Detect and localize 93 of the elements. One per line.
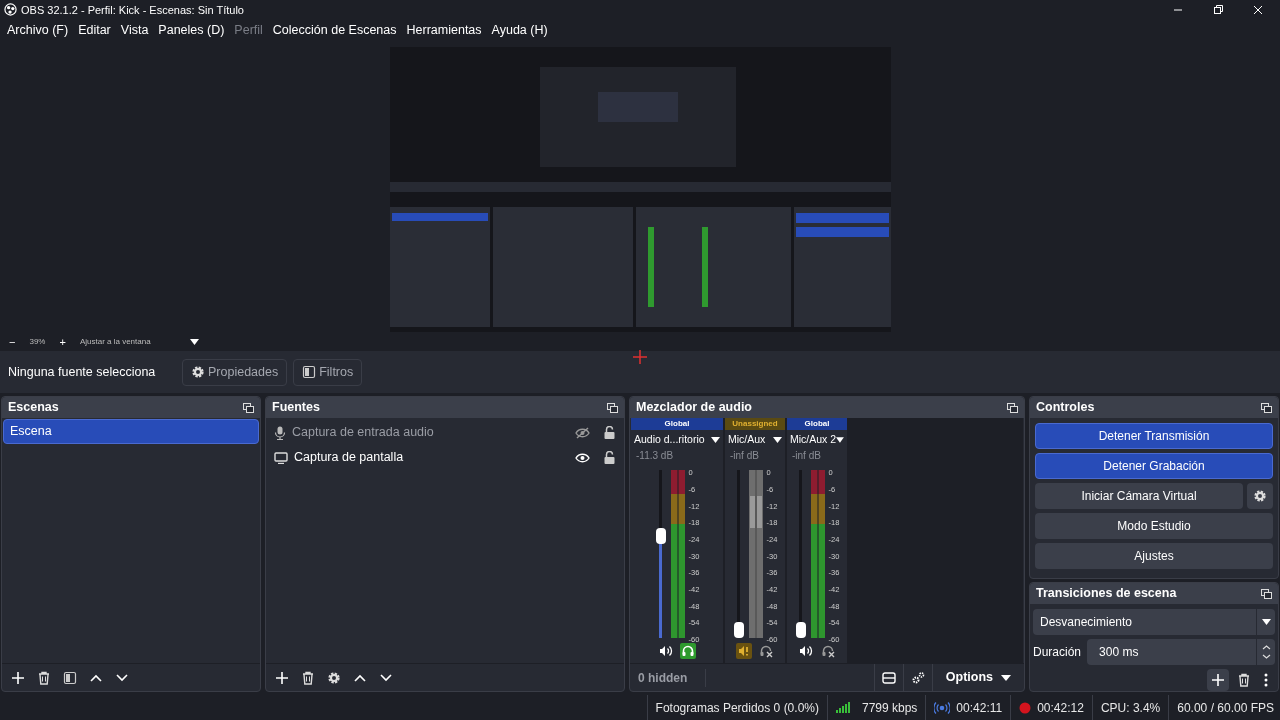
caret-icon — [711, 437, 720, 444]
control-button[interactable]: Detener Grabación — [1035, 453, 1273, 480]
scene-item[interactable]: Escena — [3, 419, 259, 445]
menu-item[interactable]: Colección de Escenas — [268, 21, 401, 41]
dock-title: Controles — [1036, 399, 1095, 417]
caret-icon — [1261, 619, 1271, 626]
caret-icon[interactable] — [189, 339, 199, 346]
gear-icon — [191, 365, 205, 380]
center-crosshair-icon — [633, 350, 647, 365]
zoom-out-button[interactable]: − — [9, 334, 16, 351]
source-item[interactable]: Captura de pantalla — [294, 448, 569, 468]
filter-icon[interactable] — [63, 670, 77, 685]
headphones-icon[interactable] — [680, 643, 696, 660]
channel-reading: -inf dB — [729, 449, 760, 464]
gears-icon[interactable] — [910, 670, 925, 685]
monitor-icon — [274, 451, 288, 464]
headphones-off-icon[interactable] — [820, 643, 836, 660]
caret-icon — [1001, 674, 1011, 681]
zoom-level: 39% — [29, 336, 46, 349]
eye-hidden-icon[interactable] — [575, 426, 590, 439]
dock-title: Mezclador de audio — [636, 399, 752, 417]
dock-title: Escenas — [8, 399, 59, 417]
spinner-arrows-icon — [1261, 644, 1271, 661]
delete-icon[interactable] — [37, 670, 51, 685]
menu-item[interactable]: Paneles (D) — [154, 21, 229, 41]
add-icon[interactable] — [1211, 673, 1225, 688]
source-status: Ninguna fuente selecciona — [8, 363, 157, 381]
dock-title: Fuentes — [272, 399, 320, 417]
cpu-usage: CPU: 3.4% — [1100, 699, 1161, 717]
add-icon[interactable] — [11, 670, 25, 685]
float-dock-icon[interactable] — [243, 402, 254, 413]
broadcast-icon — [934, 701, 951, 714]
control-button[interactable]: Detener Transmisión — [1035, 423, 1273, 450]
gear-icon[interactable] — [327, 670, 341, 685]
filter-icon — [302, 365, 317, 380]
lock-icon[interactable] — [603, 425, 616, 440]
control-button[interactable]: Ajustes — [1035, 543, 1273, 570]
menu-item[interactable]: Editar — [74, 21, 115, 41]
fps-reading: 60.00 / 60.00 FPS — [1177, 699, 1274, 717]
menu-item[interactable]: Archivo (F) — [3, 21, 73, 41]
caret-icon — [773, 437, 782, 444]
more-icon[interactable] — [1263, 673, 1269, 688]
lock-icon[interactable] — [603, 450, 616, 465]
settings-button[interactable] — [1247, 483, 1273, 510]
channel-name-dropdown[interactable]: Audio d...ritorio — [631, 432, 723, 449]
zoom-in-button[interactable]: + — [59, 334, 66, 351]
channel-reading: -inf dB — [791, 449, 822, 464]
record-time: 00:42:12 — [1037, 699, 1084, 717]
source-item[interactable]: Captura de entrada audio — [292, 423, 569, 443]
dropped-frames: Fotogramas Perdidos 0 (0.0%) — [655, 698, 819, 717]
bitrate: 7799 kbps — [861, 699, 918, 717]
channel-group-label: Unassigned — [725, 418, 785, 431]
signal-bars-icon — [835, 702, 850, 714]
delete-icon[interactable] — [1237, 673, 1251, 688]
record-icon — [1019, 701, 1032, 714]
caret-icon — [836, 437, 844, 444]
volume-slider[interactable] — [794, 470, 807, 639]
channel-group-label: Global — [787, 418, 847, 431]
hidden-count: 0 hidden — [630, 668, 707, 687]
zoom-mode-dropdown[interactable]: Ajustar a la ventana — [79, 336, 176, 349]
control-button[interactable]: Modo Estudio — [1035, 513, 1273, 540]
float-dock-icon[interactable] — [1261, 402, 1272, 413]
menu-item[interactable]: Ayuda (H) — [487, 21, 552, 41]
stream-time: 00:42:11 — [956, 699, 1003, 717]
delete-icon[interactable] — [301, 670, 315, 685]
headphones-off-icon[interactable] — [758, 643, 774, 660]
vertical-layout-icon[interactable] — [881, 671, 896, 684]
options-button[interactable]: Options — [931, 664, 1024, 692]
window-title: OBS 32.1.2 - Perfil: Kick - Escenas: Sin Título — [21, 2, 244, 18]
app-logo-icon — [4, 3, 17, 17]
muted-speaker-icon[interactable] — [736, 643, 752, 660]
transition-dropdown[interactable]: Desvanecimiento — [1033, 609, 1275, 636]
float-dock-icon[interactable] — [1007, 402, 1018, 413]
volume-slider[interactable] — [732, 470, 745, 639]
eye-icon[interactable] — [575, 451, 590, 464]
add-icon[interactable] — [275, 670, 289, 685]
volume-slider[interactable] — [654, 470, 667, 639]
gear-icon — [1253, 489, 1267, 504]
dock-title: Transiciones de escena — [1036, 585, 1177, 603]
channel-name-dropdown[interactable]: Mic/Aux — [725, 432, 785, 449]
menu-item[interactable]: Vista — [116, 21, 153, 41]
microphone-icon — [274, 425, 286, 440]
channel-name-dropdown[interactable]: Mic/Aux 2 — [787, 432, 847, 449]
float-dock-icon[interactable] — [1261, 588, 1272, 599]
restore-icon[interactable] — [1213, 4, 1223, 15]
close-icon[interactable] — [1253, 4, 1263, 15]
channel-reading: -11.3 dB — [635, 449, 675, 464]
duration-label: Duración — [1033, 644, 1082, 662]
menu-item[interactable]: Herramientas — [402, 21, 486, 41]
control-button[interactable]: Iniciar Cámara Virtual — [1035, 483, 1243, 510]
duration-field[interactable]: 300 ms — [1087, 639, 1275, 666]
float-dock-icon[interactable] — [607, 402, 618, 413]
channel-group-label: Global — [631, 418, 723, 431]
